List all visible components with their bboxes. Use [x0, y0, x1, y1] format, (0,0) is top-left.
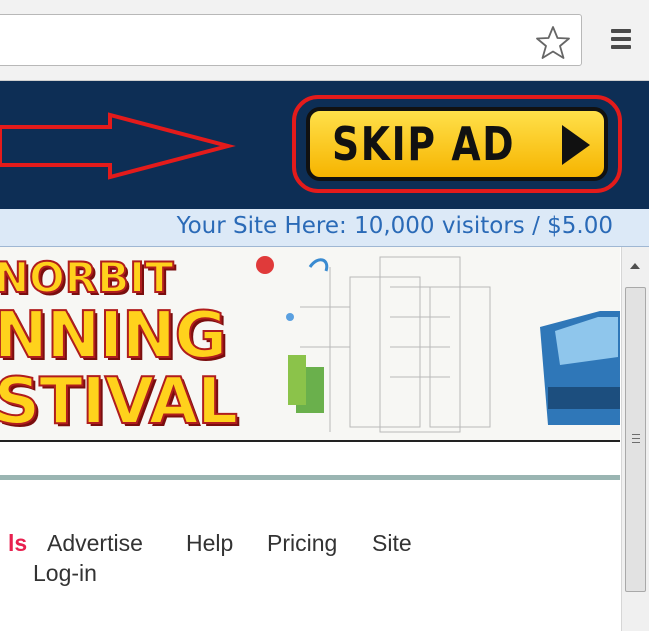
- footer-nav: ls Advertise Help Pricing Site Log-in: [0, 530, 620, 590]
- festival-banner[interactable]: NORBIT NNING STIVAL: [0, 247, 620, 442]
- skip-ad-label: SKIP AD: [332, 117, 516, 171]
- browser-toolbar: [0, 0, 649, 80]
- vertical-scrollbar[interactable]: [621, 247, 649, 631]
- ad-bar: SKIP AD: [0, 81, 649, 209]
- promo-link[interactable]: Your Site Here: 10,000 visitors / $5.00: [177, 213, 613, 239]
- promo-strip: Your Site Here: 10,000 visitors / $5.00: [0, 209, 649, 247]
- nav-link-pricing[interactable]: Pricing: [267, 530, 337, 557]
- banner-headline-3: STIVAL: [0, 364, 239, 440]
- nav-link-partial[interactable]: ls: [8, 530, 27, 557]
- hamburger-menu-icon[interactable]: [608, 26, 636, 54]
- skip-ad-button[interactable]: SKIP AD: [306, 107, 608, 181]
- nav-link-login[interactable]: Log-in: [33, 560, 97, 587]
- banner-headline-2: NNING: [0, 298, 228, 374]
- play-arrow-icon: [562, 125, 590, 165]
- banner-headline-1: NORBIT: [0, 252, 174, 303]
- section-divider: [0, 475, 620, 480]
- red-arrow-annotation-icon: [0, 112, 236, 180]
- nav-link-advertise[interactable]: Advertise: [47, 530, 143, 557]
- star-icon[interactable]: [534, 24, 572, 62]
- scroll-up-arrow-icon[interactable]: [630, 263, 640, 269]
- scroll-thumb[interactable]: [625, 287, 646, 592]
- nav-link-help[interactable]: Help: [186, 530, 233, 557]
- nav-link-site[interactable]: Site: [372, 530, 412, 557]
- address-bar[interactable]: [0, 14, 582, 66]
